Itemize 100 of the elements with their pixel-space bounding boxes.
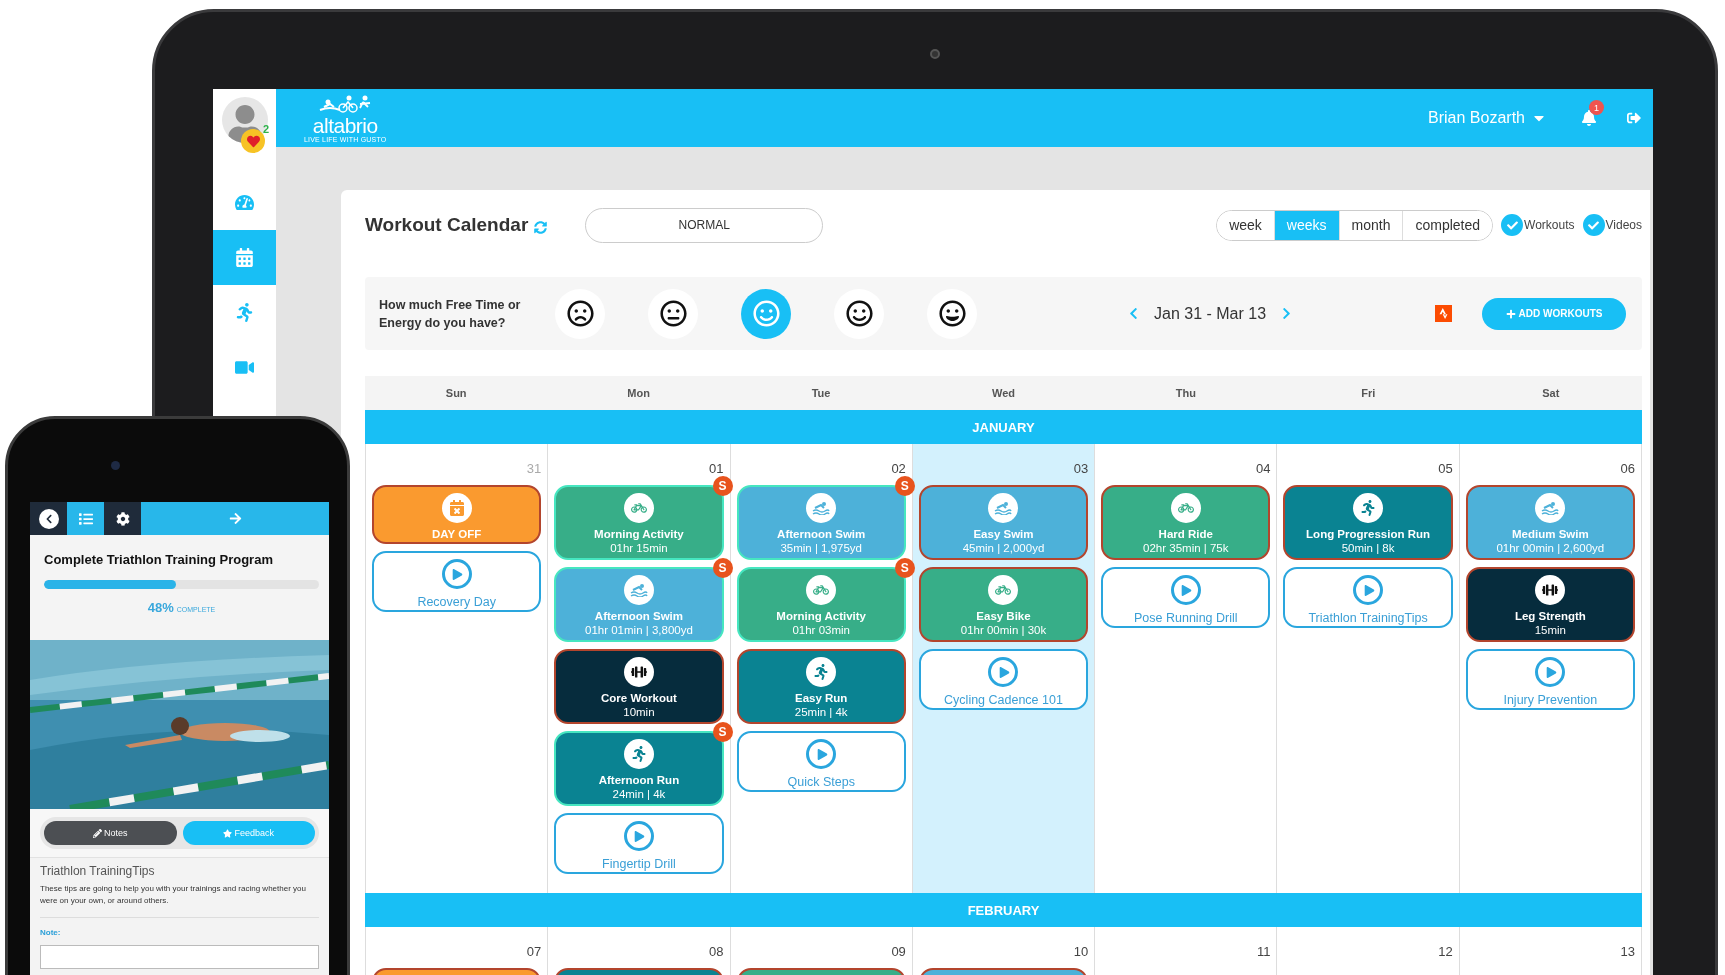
workout-card[interactable]: Leg Strength 15min	[1465, 567, 1635, 642]
play-icon	[988, 657, 1019, 687]
day-off-card[interactable]: DAY OFF	[372, 485, 542, 544]
workout-card[interactable]: Easy Bike 01hr 00min | 30k	[918, 567, 1089, 642]
strava-logo-icon	[1438, 308, 1450, 319]
workout-detail: 01hr 15min	[610, 542, 668, 554]
workout-title: Afternoon Run	[598, 774, 680, 786]
logout-icon[interactable]	[1627, 111, 1641, 125]
video-title: Triathlon TrainingTips	[1308, 611, 1428, 625]
workout-detail: 01hr 03min	[792, 624, 850, 636]
feedback-button[interactable]: Feedback	[182, 821, 315, 845]
weekday-label: Sun	[444, 386, 468, 401]
runner-icon	[1353, 493, 1384, 523]
mood-face-button[interactable]	[555, 288, 605, 339]
workout-detail: 01hr 01min | 3,800yd	[585, 624, 693, 636]
day-number: 10	[1073, 945, 1089, 959]
back-icon	[38, 508, 59, 529]
dumbbell-icon	[1535, 575, 1566, 605]
smile-face-icon	[845, 300, 873, 327]
workout-title: Easy Swim	[973, 528, 1034, 540]
gear-icon	[115, 511, 130, 526]
weekday-label: Mon	[626, 386, 651, 401]
runner-icon	[806, 657, 837, 687]
sync-badge: S	[894, 558, 915, 578]
play-icon	[1353, 575, 1384, 605]
likes-count: 2	[263, 123, 270, 135]
video-card[interactable]: Cycling Cadence 101	[918, 649, 1089, 710]
video-card[interactable]: Fingertip Drill	[554, 813, 724, 874]
runner-icon	[235, 303, 254, 322]
workout-title: Hard Ride	[1158, 528, 1213, 540]
sidebar-item[interactable]	[213, 230, 276, 285]
tips-heading: Triathlon TrainingTips	[40, 864, 156, 878]
workout-card[interactable]: Long Progression Run 50min | 8k	[1283, 485, 1453, 560]
workout-detail: 35min | 1,975yd	[780, 542, 862, 554]
mood-face-button[interactable]	[927, 288, 977, 339]
video-title: Cycling Cadence 101	[944, 693, 1063, 707]
video-card[interactable]: Triathlon TrainingTips	[1283, 567, 1453, 628]
workout-title: Afternoon Swim	[594, 610, 683, 622]
video-card[interactable]: Injury Prevention	[1465, 649, 1635, 710]
play-icon	[1535, 657, 1566, 687]
play-icon	[441, 559, 472, 589]
weekday-label: Thu	[1174, 386, 1197, 401]
date-range: Jan 31 - Mar 13	[1154, 304, 1267, 323]
video-card[interactable]: Quick Steps	[736, 731, 906, 792]
sync-badge: S	[712, 476, 733, 496]
workout-card[interactable]: Easy Run 25min | 4k	[736, 649, 906, 724]
note-field[interactable]	[40, 945, 319, 969]
energy-question: How much Free Time or Energy do you have?	[379, 296, 522, 332]
video-title: Injury Prevention	[1503, 693, 1598, 707]
refresh-icon[interactable]	[534, 220, 548, 234]
note-label: Note:	[40, 928, 62, 937]
neutral-face-icon	[659, 300, 687, 327]
day-number: 12	[1438, 945, 1453, 959]
notes-button[interactable]: Notes	[44, 821, 177, 845]
workout-card[interactable]: Core Workout 10min	[554, 649, 724, 724]
workout-title: Morning Activity	[594, 528, 684, 540]
calendar-off-icon	[441, 493, 472, 523]
mood-face-button[interactable]	[648, 288, 698, 339]
back-button[interactable]	[30, 502, 67, 535]
video-card[interactable]: Pose Running Drill	[1101, 567, 1271, 628]
camera-icon	[111, 461, 120, 470]
smile-face-icon	[752, 300, 780, 327]
bicycle-icon	[1170, 493, 1201, 523]
view-tab[interactable]: weeks	[1273, 210, 1339, 240]
day-number: 02	[891, 462, 906, 476]
day-number: 05	[1438, 462, 1453, 476]
day-number: 06	[1620, 462, 1635, 476]
logo-text: altabrio	[312, 115, 378, 136]
workout-card[interactable]: Hard Ride 02hr 35min | 75k	[1101, 485, 1271, 560]
strava-icon[interactable]	[1435, 305, 1453, 322]
progress-percent: 48%	[147, 600, 174, 615]
sync-badge: S	[894, 476, 915, 496]
filter-checkbox[interactable]	[1582, 214, 1605, 236]
video-card[interactable]: Recovery Day	[372, 551, 542, 612]
play-icon	[806, 739, 837, 769]
bicycle-icon	[806, 575, 837, 605]
video-title: Fingertip Drill	[602, 857, 676, 871]
play-icon	[623, 821, 654, 851]
workout-detail: 15min	[1534, 624, 1566, 636]
view-tab[interactable]: completed	[1402, 210, 1493, 240]
day-number: 03	[1073, 462, 1089, 476]
workout-title: Medium Swim	[1512, 528, 1589, 540]
filter-checkbox[interactable]	[1501, 214, 1524, 236]
star-icon	[223, 828, 233, 838]
weekday-label: Wed	[990, 386, 1016, 401]
bell-icon[interactable]	[1581, 110, 1597, 126]
plan-select[interactable]: NORMAL	[585, 207, 824, 243]
workout-card[interactable]: Medium Swim 01hr 00min | 2,600yd	[1465, 485, 1635, 560]
user-menu[interactable]: Brian Bozarth	[1428, 109, 1547, 127]
workout-detail: 02hr 35min | 75k	[1143, 542, 1229, 554]
video-camera-icon	[235, 358, 254, 377]
swimmer-icon	[806, 493, 837, 523]
mood-face-button[interactable]	[834, 288, 884, 339]
tips-text: These tips are going to help you with your trainings and racing whether you were on your own, or around others.	[40, 883, 319, 918]
add-workouts-button[interactable]: ADD WORKOUTS	[1482, 297, 1627, 330]
workout-detail: 01hr 00min | 30k	[960, 624, 1047, 636]
workout-title: Long Progression Run	[1306, 528, 1431, 540]
settings-button[interactable]	[104, 502, 141, 535]
previous-button[interactable]	[1127, 307, 1140, 320]
workout-card[interactable]: Easy Swim 45min | 2,000yd	[918, 485, 1089, 560]
